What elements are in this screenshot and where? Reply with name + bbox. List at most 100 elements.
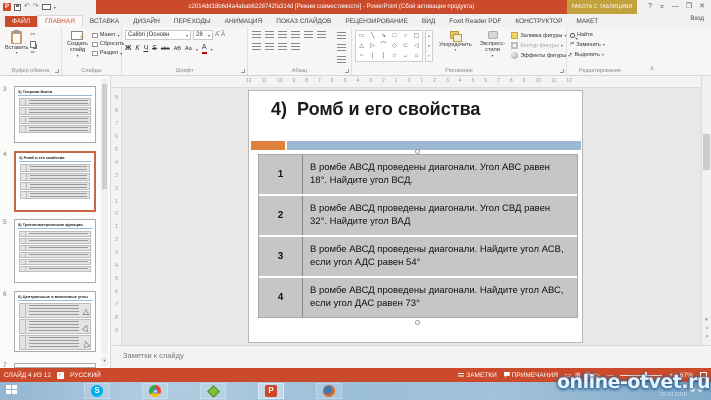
shapes-gallery-scrollbar[interactable]: ▴ ▾ ▿ [425,30,433,62]
thumbnail-panel-scrollbar[interactable] [101,78,108,354]
arrange-button[interactable]: Упорядочить ▾ [437,30,474,62]
shadow-button[interactable]: S [152,45,157,53]
copy-icon[interactable] [30,41,36,48]
grow-font-icon[interactable]: А̂ [215,32,219,39]
shape-icon[interactable]: ) [378,51,389,61]
font-size-combo[interactable]: 28▾ [193,30,213,40]
taskbar-green-app-button[interactable] [200,383,226,399]
table-resize-handle[interactable] [415,149,420,154]
ribbon-tab[interactable]: МАКЕТ [569,16,605,27]
font-dialog-launcher-icon[interactable] [241,69,245,73]
shape-icon[interactable]: ( [367,51,378,61]
strikethrough-button[interactable]: abc [161,45,170,53]
divider-orange-segment[interactable] [251,141,285,150]
taskbar-firefox-button[interactable] [316,383,342,399]
thumbnail-slide-4-selected[interactable]: 4) Ромб и его свойства [14,151,96,212]
slide-table[interactable]: 1 В ромбе АВСД проведены диагонали. Угол… [258,154,578,318]
ribbon-tab[interactable]: ВИД [415,16,442,27]
align-text-button[interactable] [335,43,348,52]
ribbon-tab[interactable]: РЕЦЕНЗИРОВАНИЕ [338,16,415,27]
convert-smartart-button[interactable] [335,55,348,64]
shape-icon[interactable]: ▷ [367,41,378,51]
quick-styles-button[interactable]: Экспресс-стили ▾ [478,30,508,62]
thumbnail-panel-scroll-down-icon[interactable]: ▼ [101,356,108,366]
indent-increase-button[interactable] [290,30,301,39]
shape-icon[interactable]: ⊂ [400,41,411,51]
layout-button[interactable]: Макет▾ [92,32,124,38]
shape-icon[interactable]: ~ [356,51,367,61]
table-row[interactable]: 4 В ромбе АВСД проведены диагонали. Найд… [259,278,577,317]
editor-scrollbar[interactable]: ▾ « » [701,76,711,345]
shape-icon[interactable]: □ [389,31,400,41]
drawing-dialog-launcher-icon[interactable] [560,69,564,73]
paste-button[interactable]: Вставить ▾ [3,30,30,57]
shape-icon[interactable]: ▭ [356,31,367,41]
shape-icon[interactable]: △ [356,41,367,51]
text-direction-button[interactable] [335,31,348,40]
ribbon-tab[interactable]: ФАЙЛ [5,16,37,27]
shape-icon[interactable]: ◁ [411,41,422,51]
table-cell-text[interactable]: В ромбе АВСД проведены диагонали. Найдит… [303,237,577,276]
table-cell-number[interactable]: 4 [259,278,303,317]
align-right-button[interactable] [277,42,288,51]
shape-icon[interactable]: ↘ [378,31,389,41]
change-case-button[interactable]: Аа [185,45,192,53]
select-button[interactable]: ▸ Выделить▾ [570,51,630,58]
shape-effects-button[interactable]: Эффекты фигуры▾ [511,52,570,59]
taskbar-powerpoint-button[interactable]: P [258,383,284,399]
shape-icon[interactable]: ○ [400,31,411,41]
shape-fill-button[interactable]: Заливка фигуры▾ [511,32,570,39]
clipboard-dialog-launcher-icon[interactable] [55,69,59,73]
bullets-button[interactable] [251,30,262,39]
table-cell-text[interactable]: В ромбе АВСД проведены диагонали. Угол С… [303,196,577,235]
windows-start-icon[interactable] [6,385,19,397]
slide-canvas[interactable]: 4) Ромб и его свойства 1 В ромбе АВСД пр… [248,90,583,343]
ribbon-tab[interactable]: ПОКАЗ СЛАЙДОВ [269,16,338,27]
thumbnail-panel-scrollbar-thumb[interactable] [102,84,107,189]
font-color-button[interactable]: А [202,44,207,54]
replace-button[interactable]: ⇄ Заменить▾ [570,41,630,48]
shape-icon[interactable]: ╲ [367,31,378,41]
italic-button[interactable]: К [135,45,139,53]
shape-icon[interactable]: ▢ [411,31,422,41]
help-button[interactable]: ? [648,2,652,12]
table-cell-number[interactable]: 1 [259,155,303,194]
shrink-font-icon[interactable]: А̌ [221,32,225,39]
sign-in-link[interactable]: Вход [690,16,704,22]
ribbon-tab[interactable]: КОНСТРУКТОР [508,16,569,27]
comments-toggle[interactable]: ПРИМЕЧАНИЯ [504,372,558,379]
table-row[interactable]: 2 В ромбе АВСД проведены диагонали. Угол… [259,196,577,235]
table-cell-text[interactable]: В ромбе АВСД проведены диагонали. Угол А… [303,155,577,194]
thumbnail-slide-5[interactable]: 5) Тригонометрические функции [14,219,96,283]
next-slide-icon[interactable]: » [704,335,710,338]
shape-icon[interactable]: ⌒ [378,41,389,51]
collapse-ribbon-icon[interactable]: ∧ [650,65,654,72]
editor-scrollbar-thumb[interactable] [703,134,710,170]
scroll-down-icon[interactable]: ▾ [705,317,708,323]
shape-outline-button[interactable]: Контур фигуры▾ [511,42,570,49]
justify-button[interactable] [290,42,301,51]
bold-button[interactable]: Ж [125,45,131,53]
table-cell-number[interactable]: 2 [259,196,303,235]
character-spacing-button[interactable]: АВ [174,45,181,53]
shape-icon[interactable]: ☆ [389,51,400,61]
ribbon-tab[interactable]: ДИЗАЙН [126,16,167,27]
align-left-button[interactable] [251,42,262,51]
numbering-button[interactable] [264,30,275,39]
table-cell-number[interactable]: 3 [259,237,303,276]
qat-customize-caret-icon[interactable]: ▾ [54,5,56,10]
slide-title[interactable]: 4) Ромб и его свойства [271,99,480,120]
reset-button[interactable]: Сбросить [92,41,124,47]
section-button[interactable]: Раздел▾ [92,50,124,56]
start-slideshow-icon[interactable] [42,4,51,10]
table-cell-text[interactable]: В ромбе АВСД проведены диагонали. Найдит… [303,278,577,317]
new-slide-button[interactable]: Создать слайд ▾ [65,30,90,59]
cut-icon[interactable]: ✂ [30,32,36,39]
ribbon-tab[interactable]: ПЕРЕХОДЫ [167,16,218,27]
shape-icon[interactable]: ◇ [389,41,400,51]
taskbar-skype-button[interactable]: S [84,383,110,399]
shape-icon[interactable]: ⌂ [411,51,422,61]
indent-decrease-button[interactable] [277,30,288,39]
ribbon-display-options-button[interactable]: ⌅ [659,2,665,12]
format-painter-icon[interactable]: ✏ [30,50,36,57]
